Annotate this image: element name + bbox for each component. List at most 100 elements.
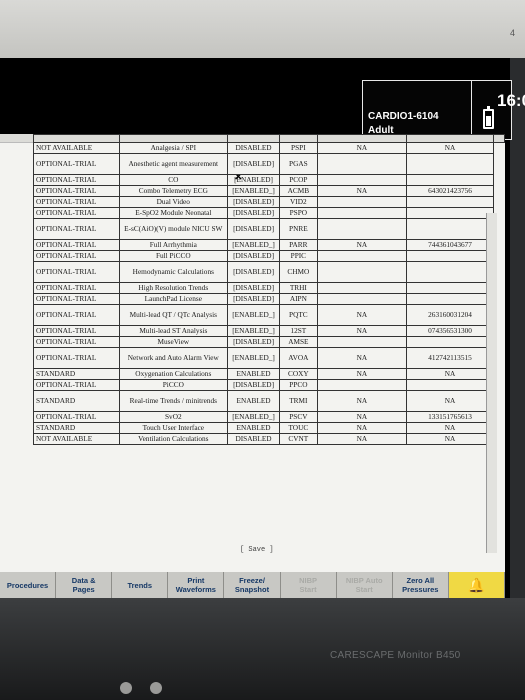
table-cell-na1 [316,282,407,294]
table-row[interactable]: OPTIONAL-TRIAL Network and Auto Alarm Vie… [33,347,505,369]
monitor-bezel-top: 4 [0,0,525,58]
softkey-0[interactable]: Procedures [0,572,57,598]
table-cell-na1: NA [316,347,407,369]
table-row[interactable]: OPTIONAL-TRIAL PiCCO [DISABLED] PPCO [33,379,505,391]
table-cell [493,134,505,143]
table-row[interactable]: OPTIONAL-TRIAL Anesthetic agent measureme… [33,153,505,175]
table-row[interactable]: NOT AVAILABLE Ventilation Calculations DIS… [33,433,505,445]
table-scrollbar[interactable] [486,213,497,553]
table-cell-feature: Full PiCCO [118,250,229,262]
battery-icon [483,106,494,129]
table-row[interactable]: OPTIONAL-TRIAL Multi-lead ST Analysis [ENA… [33,325,505,337]
table-cell-status: OPTIONAL-TRIAL [33,207,120,219]
patient-status-box[interactable]: CARDIO1-6104 Adult 16:0 [362,80,525,140]
status-divider [471,81,472,139]
bezel-knob-icon [150,682,162,694]
table-cell-na2 [405,218,495,240]
softkey-4[interactable]: Freeze/ Snapshot [224,572,281,598]
software-licenses-panel: NOT AVAILABLE Analgesia / SPI DISABLED PSPI… [0,134,505,574]
table-cell-code: COXY [278,368,318,380]
table-cell-code: PCOP [278,174,318,186]
table-cell-na1: NA [316,304,407,326]
table-cell-status: OPTIONAL-TRIAL [33,336,120,348]
table-cell-code: AMSE [278,336,318,348]
table-row[interactable]: OPTIONAL-TRIAL SvO2 [ENABLED_] PSCV NA 133151… [33,411,505,423]
table-cell-status: OPTIONAL-TRIAL [33,239,120,251]
table-row[interactable]: OPTIONAL-TRIAL Dual Video [DISABLED] VID2 [33,196,505,208]
table-cell-feature: MuseView [118,336,229,348]
table-row[interactable]: STANDARD Real-time Trends / minitrends ENA… [33,390,505,412]
table-cell-code: TRHI [278,282,318,294]
scroll-cell [494,154,505,175]
table-cell-na2 [405,174,495,186]
table-cell-feature: LaunchPad License [118,293,229,305]
table-cell-na2 [405,282,495,294]
table-cell-na1 [316,218,407,240]
table-cell-na2: NA [405,433,495,445]
table-cell-code: AVOA [278,347,318,369]
table-cell-state: DISABLED [227,433,280,445]
table-row[interactable]: OPTIONAL-TRIAL E-sC(AiO)(V) module NICU S… [33,218,505,240]
table-cell-feature: Analgesia / SPI [118,142,229,154]
table-cell-status: OPTIONAL-TRIAL [33,218,120,240]
table-cell-state: ENABLED [227,422,280,434]
table-cell-na2: 133151765613 [405,411,495,423]
table-cell-code: PARR [278,239,318,251]
save-button[interactable]: [ Save ] [240,546,274,554]
table-cell-status: OPTIONAL-TRIAL [33,196,120,208]
softkey-3[interactable]: Print Waveforms [168,572,225,598]
table-cell-code: VID2 [278,196,318,208]
table-cell-state: [ENABLED_] [227,411,280,423]
table-row[interactable]: OPTIONAL-TRIAL Full Arrhythmia [ENABLED_] P… [33,239,505,251]
table-cell-na1 [316,293,407,305]
table-cell-code: AIPN [278,293,318,305]
table-cell-feature: Real-time Trends / minitrends [118,390,229,412]
table-cell-state: [DISABLED] [227,218,280,240]
table-row[interactable]: OPTIONAL-TRIAL LaunchPad License [DISABLED… [33,293,505,305]
table-row[interactable]: OPTIONAL-TRIAL E-SpO2 Module Neonatal [DIS… [33,207,505,219]
table-cell-feature: Hemodynamic Calculations [118,261,229,283]
table-cell-status: OPTIONAL-TRIAL [33,379,120,391]
table-cell-code: PQTC [278,304,318,326]
table-cell-feature: CO [118,174,229,186]
table-cell-na2 [405,196,495,208]
table-cell-na1: NA [316,411,407,423]
table-row[interactable]: OPTIONAL-TRIAL Full PiCCO [DISABLED] PPIC [33,250,505,262]
table-cell-na1 [316,196,407,208]
table-cell-na2 [405,153,495,175]
softkey-5[interactable]: NIBP Start [281,572,337,598]
table-cell-na2: 263160031204 [405,304,495,326]
table-cell-na2: NA [405,142,495,154]
monitor-bezel-bottom: CARESCAPE Monitor B450 [0,598,525,700]
table-row[interactable]: STANDARD Oxygenation Calculations ENABLED C… [33,368,505,380]
table-row[interactable]: STANDARD Touch User Interface ENABLED TOUC N… [33,422,505,434]
softkey-7[interactable]: Zero All Pressures [393,572,449,598]
table-cell-status: OPTIONAL-TRIAL [33,411,120,423]
alarm-silence-icon[interactable]: 🔔 [448,572,505,598]
table-row[interactable]: NOT AVAILABLE Analgesia / SPI DISABLED PSPI… [33,142,505,154]
table-row[interactable]: OPTIONAL-TRIAL MuseView [DISABLED] AMSE [33,336,505,348]
table-cell-state: [DISABLED] [227,282,280,294]
table-cell-code: PGAS [278,153,318,175]
table-cell-state: [ENABLED_] [227,325,280,337]
table-cell-status: OPTIONAL-TRIAL [33,153,120,175]
softkey-2[interactable]: Trends [112,572,169,598]
table-cell-feature: E-sC(AiO)(V) module NICU SW [118,218,229,240]
table-cell-feature: SvO2 [118,411,229,423]
table-cell-na1: NA [316,142,407,154]
table-row[interactable]: OPTIONAL-TRIAL High Resolution Trends [DIS… [33,282,505,294]
table-row[interactable]: OPTIONAL-TRIAL Multi-lead QT / QTc Analys… [33,304,505,326]
bezel-knob-icon [120,682,132,694]
table-row[interactable]: OPTIONAL-TRIAL CO [ENABLED] ✕ PCOP [33,174,505,186]
table-cell-code: ACMB [278,185,318,197]
table-cell-code: PSCV [278,411,318,423]
table-cell-na2: 074356531300 [405,325,495,337]
softkey-1[interactable]: Data & Pages [56,572,113,598]
table-cell-code: CVNT [278,433,318,445]
table-row[interactable]: OPTIONAL-TRIAL Combo Telemetry ECG [ENABLE… [33,185,505,197]
table-cell-na1: NA [316,433,407,445]
table-cell-state: [ENABLED_] [227,185,280,197]
table-cell-na1 [316,261,407,283]
softkey-6[interactable]: NIBP Auto Start [337,572,393,598]
table-row[interactable]: OPTIONAL-TRIAL Hemodynamic Calculations [D… [33,261,505,283]
